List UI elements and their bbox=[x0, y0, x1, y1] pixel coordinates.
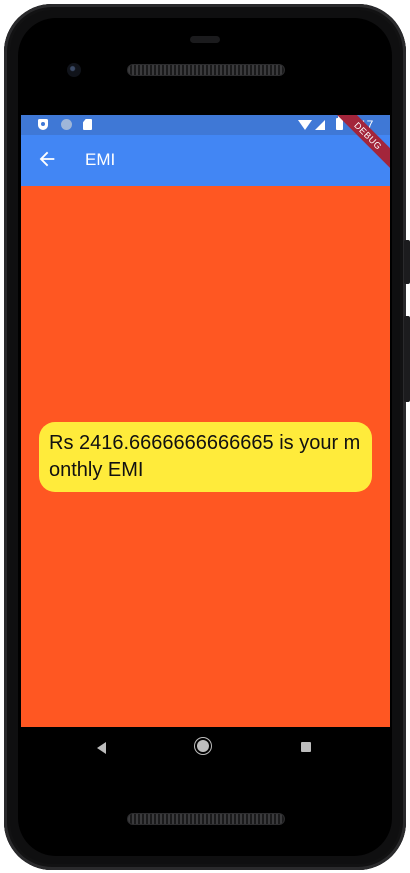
nav-home-icon[interactable] bbox=[197, 740, 209, 752]
top-speaker-grille bbox=[127, 64, 285, 76]
shield-icon bbox=[38, 119, 48, 130]
power-button bbox=[404, 316, 410, 402]
emi-result-text: Rs 2416.6666666666665 is your monthly EM… bbox=[49, 432, 361, 481]
sd-card-icon bbox=[83, 119, 92, 130]
bottom-speaker-grille bbox=[127, 813, 285, 825]
back-arrow-icon[interactable] bbox=[36, 148, 58, 170]
wifi-icon bbox=[298, 120, 312, 130]
screen: 4:17 DEBUG EMI Rs 2416.6666666666665 is … bbox=[21, 115, 390, 727]
nav-back-icon[interactable] bbox=[97, 742, 106, 754]
app-bar: EMI bbox=[21, 135, 390, 186]
volume-button bbox=[404, 240, 410, 284]
nav-recents-icon[interactable] bbox=[301, 742, 311, 752]
signal-icon bbox=[315, 120, 325, 130]
sync-icon bbox=[61, 119, 72, 130]
system-nav-bar bbox=[21, 727, 390, 773]
status-bar: 4:17 bbox=[21, 115, 390, 135]
emi-result-card: Rs 2416.6666666666665 is your monthly EM… bbox=[39, 422, 372, 492]
page-title: EMI bbox=[85, 150, 116, 169]
front-camera bbox=[67, 63, 81, 77]
earpiece bbox=[190, 36, 220, 43]
